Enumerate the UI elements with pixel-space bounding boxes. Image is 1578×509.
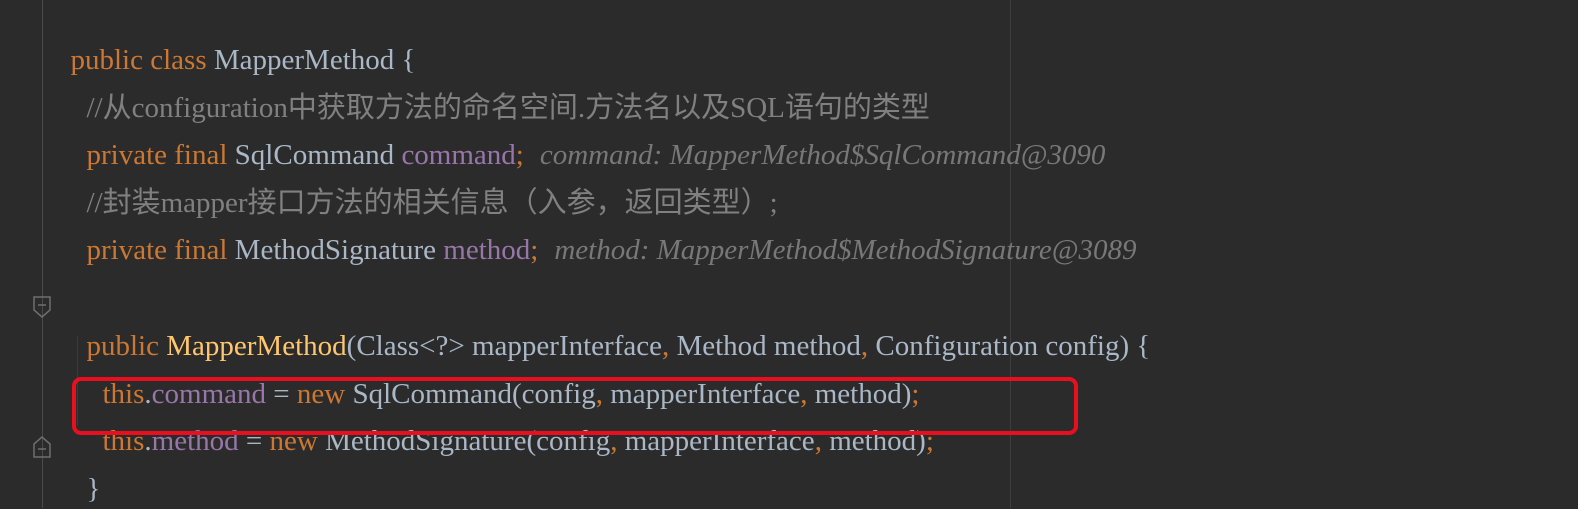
closing-brace: } <box>86 473 101 505</box>
code-line-5[interactable]: private final MethodSignature method; met… <box>72 190 1137 266</box>
fold-start-icon[interactable] <box>33 296 51 318</box>
code-line-2[interactable]: //从configuration中获取方法的命名空间.方法名以及SQL语句的类型 <box>72 48 930 124</box>
code-line-4[interactable]: //封装mapper接口方法的相关信息（入参，返回类型）; <box>72 143 778 219</box>
code-line-3[interactable]: private final SqlCommand command; command… <box>72 95 1106 171</box>
debug-inline-value: method: MapperMethod$MethodSignature@308… <box>554 234 1137 266</box>
highlight-annotation-box <box>72 377 1078 435</box>
code-line-1[interactable]: public class MapperMethod { <box>56 0 416 76</box>
fold-end-icon[interactable] <box>33 436 51 458</box>
semicolon: ; <box>530 234 539 266</box>
keyword: private final <box>86 234 235 266</box>
code-line-6[interactable]: public MapperMethod(Class<?> mapperInter… <box>72 286 1151 362</box>
editor-gutter-border <box>42 0 43 508</box>
code-line-7[interactable]: this.command = new SqlCommand(config, ma… <box>88 334 920 410</box>
field-name: method <box>443 234 531 266</box>
type-name: MethodSignature <box>234 234 444 266</box>
code-line-9[interactable]: } <box>72 429 101 505</box>
